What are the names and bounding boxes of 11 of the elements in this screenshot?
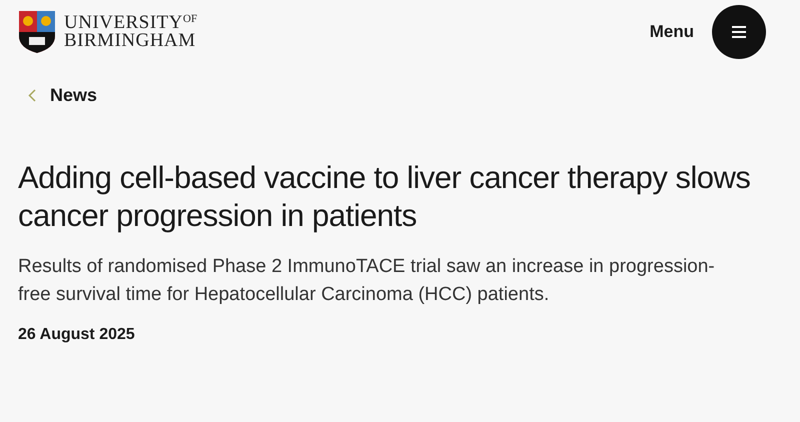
article-summary: Results of randomised Phase 2 ImmunoTACE trial saw an increase in progression-free survival time for Hepatocellular Carcinoma (HCC) patients. (17, 255, 716, 307)
crest-icon (18, 10, 56, 54)
article-date: 26 August 2025 (17, 325, 136, 345)
article-title: Adding cell-based vaccine to liver cancer therapy slows cancer progression in patients (17, 159, 752, 235)
menu-icon (732, 26, 746, 38)
logo-wordmark: BIRMINGHAM (64, 32, 197, 50)
news-link[interactable]: News (50, 82, 98, 109)
menu-label[interactable]: Menu (650, 18, 694, 44)
menu-button[interactable] (712, 4, 766, 58)
logo-wordmark: UNIVERSITY (64, 14, 183, 32)
logo-wordmark: OF (183, 12, 198, 24)
